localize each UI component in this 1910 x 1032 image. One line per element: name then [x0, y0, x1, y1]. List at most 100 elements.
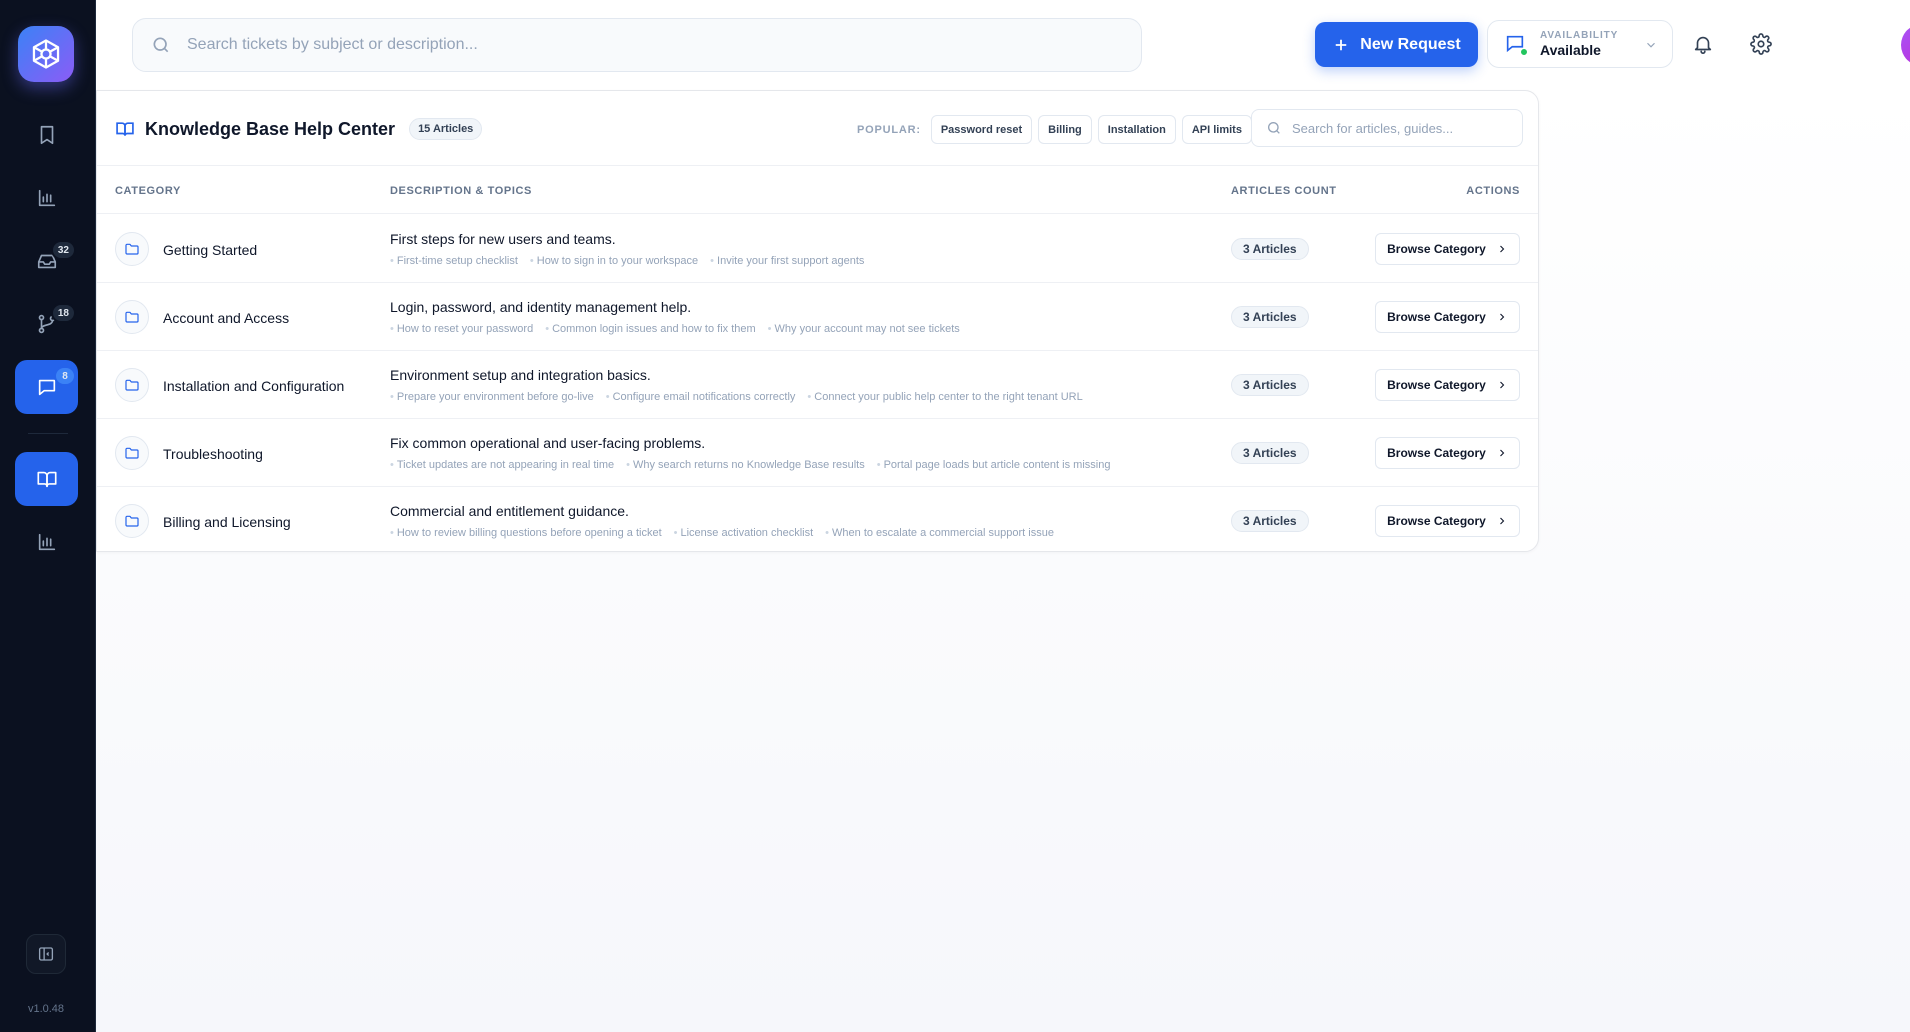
browse-category-button[interactable]: Browse Category: [1375, 233, 1520, 265]
browse-category-button[interactable]: Browse Category: [1375, 301, 1520, 333]
workflows-count-badge: 18: [50, 303, 76, 323]
topic-link[interactable]: Why your account may not see tickets: [768, 323, 960, 335]
sidebar-item-analytics[interactable]: [15, 171, 78, 225]
settings-button[interactable]: [1741, 24, 1781, 64]
folder-icon: [115, 368, 149, 402]
category-name[interactable]: Installation and Configuration: [163, 378, 344, 394]
knowledge-base-card: Knowledge Base Help Center 15 Articles P…: [96, 90, 1539, 552]
category-topics: How to review billing questions before o…: [390, 527, 1054, 539]
popular-tag-password-reset[interactable]: Password reset: [930, 115, 1033, 144]
category-name[interactable]: Account and Access: [163, 310, 289, 326]
bookmark-icon: [40, 125, 53, 145]
browse-category-label: Browse Category: [1387, 378, 1486, 392]
browse-category-button[interactable]: Browse Category: [1375, 505, 1520, 537]
sidebar-item-reports[interactable]: [15, 515, 78, 569]
folder-icon: [115, 232, 149, 266]
category-topics: First-time setup checklist How to sign i…: [390, 255, 865, 267]
topic-link[interactable]: Common login issues and how to fix them: [545, 323, 756, 335]
main-content: Knowledge Base Help Center 15 Articles P…: [96, 88, 1910, 1032]
sidebar-item-chat[interactable]: 8: [15, 360, 78, 414]
sidebar-item-bookmarks[interactable]: [15, 108, 78, 162]
browse-category-button[interactable]: Browse Category: [1375, 437, 1520, 469]
chevron-right-icon: [1499, 517, 1505, 525]
notifications-button[interactable]: [1683, 24, 1723, 64]
kb-header: Knowledge Base Help Center 15 Articles P…: [97, 91, 1538, 166]
articles-count-badge: 3 Articles: [1231, 442, 1309, 464]
table-row: Getting Started First steps for new user…: [97, 215, 1538, 283]
bell-icon: [1694, 36, 1712, 54]
topic-link[interactable]: First-time setup checklist: [390, 255, 518, 267]
articles-count-badge: 3 Articles: [1231, 306, 1309, 328]
column-header-description: DESCRIPTION & TOPICS: [390, 185, 532, 197]
chevron-right-icon: [1499, 245, 1505, 253]
topbar: New Request AVAILABILITY Available B: [96, 0, 1910, 88]
popular-tag-api-limits[interactable]: API limits: [1181, 115, 1252, 144]
popular-tags: POPULAR: Password reset Billing Installa…: [857, 115, 1252, 144]
topic-link[interactable]: How to sign in to your workspace: [530, 255, 698, 267]
table-header: CATEGORY DESCRIPTION & TOPICS ARTICLES C…: [97, 166, 1538, 214]
category-description: Environment setup and integration basics…: [390, 367, 651, 383]
app-version: v1.0.48: [27, 1003, 65, 1015]
search-icon: [1268, 122, 1280, 134]
page-title: Knowledge Base Help Center: [145, 118, 396, 139]
browse-category-button[interactable]: Browse Category: [1375, 369, 1520, 401]
category-topics: Ticket updates are not appearing in real…: [390, 459, 1111, 471]
new-request-label: New Request: [1360, 35, 1461, 53]
browse-category-label: Browse Category: [1387, 242, 1486, 256]
table-row: Account and Access Login, password, and …: [97, 283, 1538, 351]
availability-status-icon: [1504, 33, 1528, 56]
topic-link[interactable]: Why search returns no Knowledge Base res…: [626, 459, 865, 471]
sidebar-item-inbox[interactable]: 32: [15, 234, 78, 288]
folder-icon: [115, 300, 149, 334]
kb-search-input[interactable]: [1292, 120, 1512, 136]
folder-icon: [115, 436, 149, 470]
sidebar-divider: [28, 433, 68, 434]
online-status-dot: [1520, 48, 1528, 56]
topic-link[interactable]: Configure email notifications correctly: [606, 391, 796, 403]
articles-count-badge: 3 Articles: [1231, 238, 1309, 260]
sidebar-item-knowledge-base[interactable]: [15, 452, 78, 506]
topic-link[interactable]: Connect your public help center to the r…: [807, 391, 1082, 403]
new-request-button[interactable]: New Request: [1315, 22, 1478, 67]
topic-link[interactable]: When to escalate a commercial support is…: [825, 527, 1054, 539]
chevron-down-icon: [1647, 42, 1655, 48]
topic-link[interactable]: How to review billing questions before o…: [390, 527, 662, 539]
availability-dropdown[interactable]: AVAILABILITY Available: [1487, 20, 1673, 68]
availability-text: AVAILABILITY Available: [1540, 30, 1618, 58]
category-name[interactable]: Troubleshooting: [163, 446, 263, 462]
sidebar-toggle-icon: [38, 947, 54, 961]
bar-chart-icon: [38, 189, 55, 207]
popular-tag-billing[interactable]: Billing: [1038, 115, 1092, 144]
topic-link[interactable]: Invite your first support agents: [710, 255, 864, 267]
table-row: Troubleshooting Fix common operational a…: [97, 419, 1538, 487]
category-name[interactable]: Getting Started: [163, 242, 257, 258]
topic-link[interactable]: How to reset your password: [390, 323, 533, 335]
browse-category-label: Browse Category: [1387, 446, 1486, 460]
table-row: Billing and Licensing Commercial and ent…: [97, 487, 1538, 555]
topic-link[interactable]: Prepare your environment before go-live: [390, 391, 594, 403]
column-header-actions: ACTIONS: [1466, 185, 1520, 197]
articles-count-badge: 3 Articles: [1231, 510, 1309, 532]
availability-label: AVAILABILITY: [1540, 30, 1619, 41]
topic-link[interactable]: Ticket updates are not appearing in real…: [390, 459, 614, 471]
popular-tag-installation[interactable]: Installation: [1097, 115, 1176, 144]
article-total-badge: 15 Articles: [409, 118, 483, 140]
category-name[interactable]: Billing and Licensing: [163, 514, 291, 530]
sidebar-item-workflows[interactable]: 18: [15, 297, 78, 351]
kb-search-bar[interactable]: [1251, 109, 1523, 147]
topic-link[interactable]: Portal page loads but article content is…: [877, 459, 1111, 471]
ticket-search-bar[interactable]: [132, 18, 1142, 72]
category-description: Commercial and entitlement guidance.: [390, 503, 629, 519]
articles-count-badge: 3 Articles: [1231, 374, 1309, 396]
ticket-search-input[interactable]: [187, 36, 1087, 54]
user-avatar[interactable]: B: [1901, 24, 1910, 66]
category-description: Login, password, and identity management…: [390, 299, 692, 315]
collapse-sidebar-button[interactable]: [26, 934, 66, 974]
app-logo-icon[interactable]: [18, 26, 74, 82]
chevron-right-icon: [1499, 449, 1505, 457]
bar-chart-icon: [38, 533, 55, 551]
topic-link[interactable]: License activation checklist: [674, 527, 813, 539]
column-header-category: CATEGORY: [115, 185, 181, 197]
book-open-icon: [36, 471, 57, 488]
plus-icon: [1336, 39, 1347, 50]
